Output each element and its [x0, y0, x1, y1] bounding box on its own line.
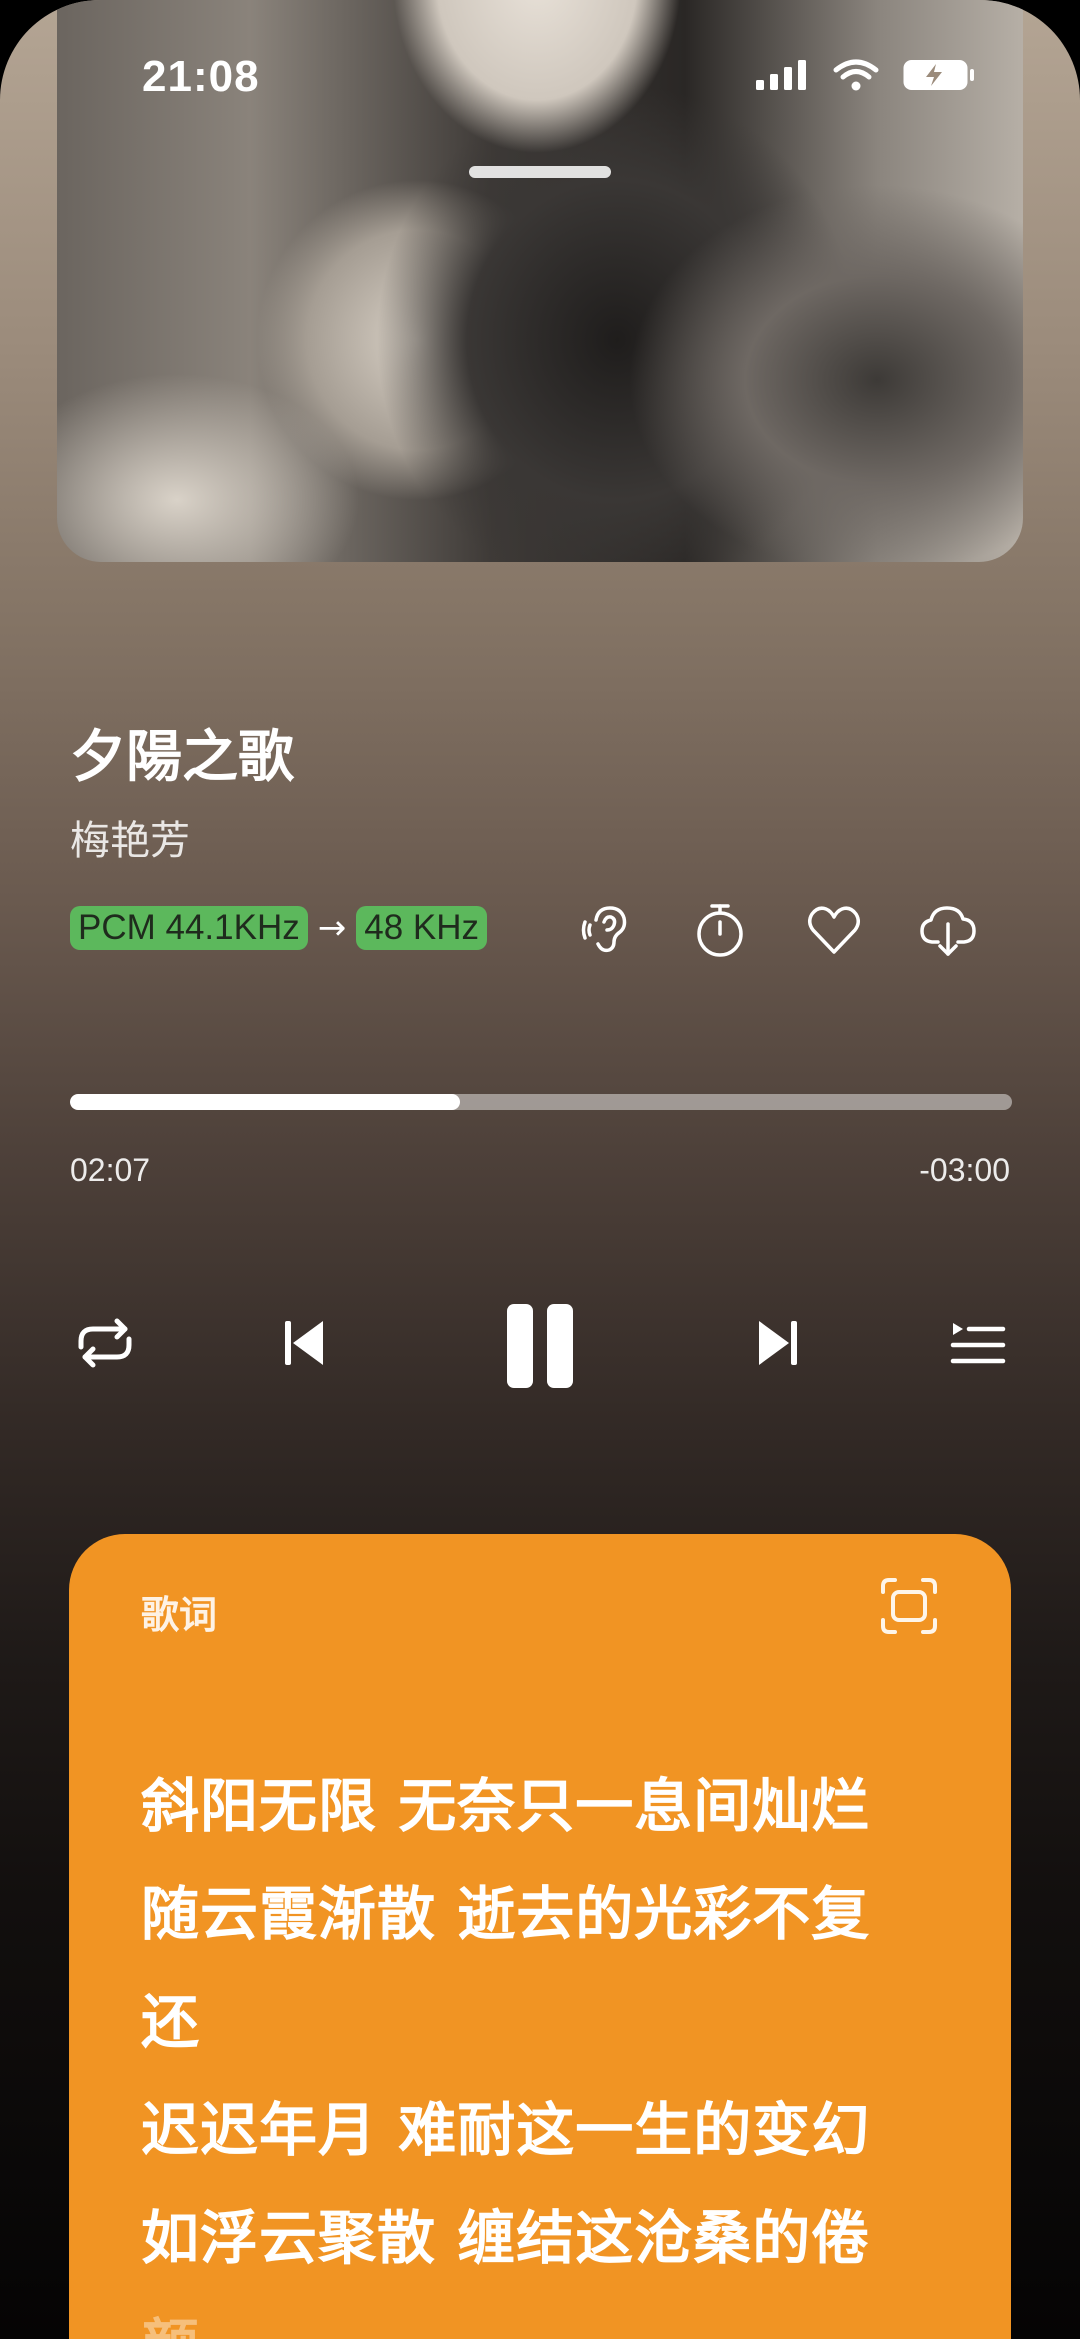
pause-icon[interactable] — [490, 1298, 590, 1394]
lyric-line[interactable]: 颜 — [141, 2292, 941, 2339]
format-arrow: → — [317, 908, 347, 948]
ear-icon[interactable] — [572, 896, 640, 964]
lyric-line[interactable]: 斜阳无限 无奈只一息间灿烂 — [141, 1752, 941, 1860]
song-actions — [572, 896, 982, 964]
lyric-line[interactable]: 随云霞渐散 逝去的光彩不复 — [141, 1860, 941, 1968]
next-icon[interactable] — [744, 1308, 814, 1378]
lyrics-label: 歌词 — [141, 1593, 218, 1637]
status-icons — [754, 58, 976, 96]
download-icon[interactable] — [914, 896, 982, 964]
status-time: 21:08 — [142, 52, 260, 101]
heart-icon[interactable] — [800, 896, 868, 964]
song-artist[interactable]: 梅艳芳 — [70, 808, 190, 866]
queue-icon[interactable] — [942, 1308, 1012, 1378]
audio-format-row[interactable]: PCM 44.1KHz → 48 KHz — [70, 906, 488, 950]
repeat-icon[interactable] — [70, 1308, 140, 1378]
lyric-line[interactable]: 还 — [141, 1968, 941, 2076]
song-title: 夕陽之歌 — [70, 725, 294, 790]
battery-charging-icon — [902, 58, 976, 96]
time-remaining: -03:00 — [919, 1152, 1010, 1188]
transport-controls — [0, 1298, 1080, 1398]
fullscreen-icon[interactable] — [879, 1576, 939, 1636]
time-elapsed: 02:07 — [70, 1152, 151, 1188]
lyric-line[interactable]: 迟迟年月 难耐这一生的变幻 — [141, 2076, 941, 2184]
lyrics-card[interactable]: 歌词 斜阳无限 无奈只一息间灿烂 随云霞渐散 逝去的光彩不复 还 迟迟年月 难耐… — [69, 1534, 1011, 2339]
source-format-badge: PCM 44.1KHz — [70, 906, 308, 950]
progress-fill — [70, 1094, 460, 1110]
playback-progress-bar[interactable] — [70, 1094, 1012, 1110]
previous-icon[interactable] — [268, 1308, 338, 1378]
wifi-icon — [832, 58, 880, 96]
timer-icon[interactable] — [686, 896, 754, 964]
now-playing-screen: 21:08 夕陽之歌 梅艳芳 PCM 44.1KHz → 48 KHz 02:0… — [0, 0, 1080, 2339]
lyric-line[interactable]: 如浮云聚散 缠结这沧桑的倦 — [141, 2184, 941, 2292]
sheet-grabber[interactable] — [469, 166, 611, 178]
lyrics-lines: 斜阳无限 无奈只一息间灿烂 随云霞渐散 逝去的光彩不复 还 迟迟年月 难耐这一生… — [141, 1752, 941, 2339]
cellular-signal-icon — [754, 58, 810, 96]
output-format-badge: 48 KHz — [356, 906, 488, 950]
